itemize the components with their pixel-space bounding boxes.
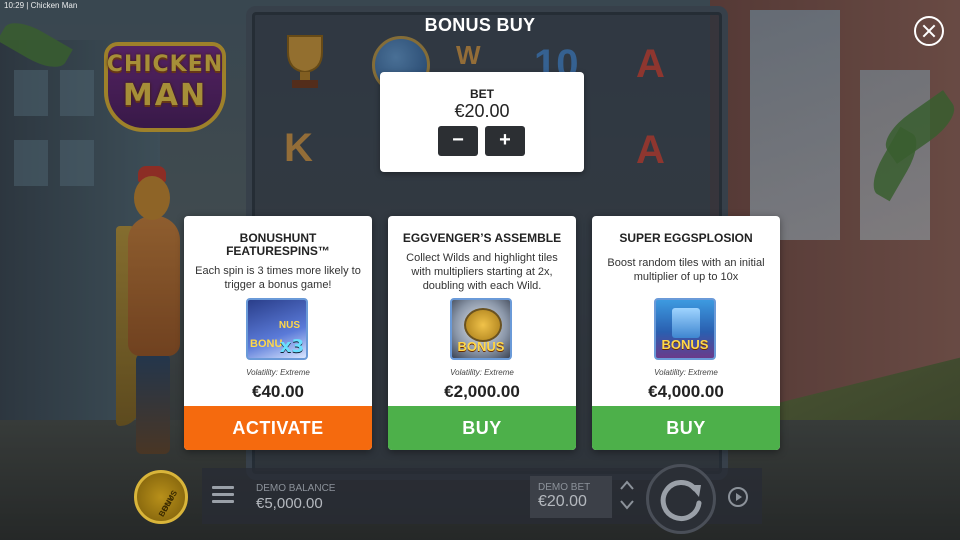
bonushunt-x3-icon: NUS BONU x3 xyxy=(246,298,308,360)
card-price: €4,000.00 xyxy=(648,382,724,401)
menu-icon[interactable] xyxy=(212,486,234,504)
egg-vault-bonus-icon: BONUS xyxy=(450,298,512,360)
card-price: €2,000.00 xyxy=(444,382,520,401)
card-description: Each spin is 3 times more likely to trig… xyxy=(195,265,361,291)
balance-label: DEMO BALANCE xyxy=(256,483,336,494)
card-description: Boost random tiles with an initial multi… xyxy=(607,257,765,283)
art-text-top: NUS xyxy=(278,320,300,331)
bet-decrease-button[interactable]: − xyxy=(438,126,478,156)
card-title: SUPER EGGSPLOSION xyxy=(619,231,753,245)
autoplay-icon[interactable] xyxy=(728,487,748,507)
bet-increase-button[interactable]: + xyxy=(485,126,525,156)
bet-value: €20.00 xyxy=(454,101,510,121)
buy-bonus-button[interactable]: BUY BONUS xyxy=(134,470,188,524)
bonus-buy-title: BONUS BUY xyxy=(424,15,536,35)
bonus-card-super-eggsplosion: SUPER EGGSPLOSION Boost random tiles wit… xyxy=(592,216,780,450)
activate-button[interactable]: ACTIVATE xyxy=(184,406,372,450)
card-title: BONUSHUNT FEATURESPINS™ xyxy=(226,231,330,258)
demo-bet-value: €20.00 xyxy=(538,493,587,510)
art-text-main: BONU xyxy=(250,338,283,350)
status-separator: | xyxy=(26,1,29,10)
chevron-down-icon[interactable] xyxy=(620,500,634,510)
spin-button[interactable] xyxy=(646,464,716,534)
close-icon[interactable] xyxy=(914,16,944,46)
card-volatility: Volatility: Extreme xyxy=(246,368,310,377)
art-text-main: BONUS xyxy=(661,337,709,352)
card-description: Collect Wilds and highlight tiles with m… xyxy=(406,252,558,292)
buy-button[interactable]: BUY xyxy=(388,406,576,450)
art-text-multiplier: x3 xyxy=(279,336,304,357)
status-time: 10:29 xyxy=(4,1,25,10)
status-game-name: Chicken Man xyxy=(30,1,78,10)
bet-label: BET xyxy=(470,87,494,101)
city-bonus-icon: BONUS xyxy=(654,298,716,360)
card-price: €40.00 xyxy=(252,382,304,401)
bet-panel: BET €20.00 − + xyxy=(380,72,584,172)
art-text-main: BONUS xyxy=(457,339,505,354)
buy-button[interactable]: BUY xyxy=(592,406,780,450)
card-title: EGGVENGER’S ASSEMBLE xyxy=(402,231,562,245)
bonus-card-eggvengers: EGGVENGER’S ASSEMBLE Collect Wilds and h… xyxy=(388,216,576,450)
card-volatility: Volatility: Extreme xyxy=(654,368,718,377)
chevron-up-icon[interactable] xyxy=(620,480,634,490)
balance-value: €5,000.00 xyxy=(256,495,323,512)
spin-icon xyxy=(660,480,702,521)
bonus-card-bonushunt: BONUSHUNT FEATURESPINS™ Each spin is 3 t… xyxy=(184,216,372,450)
demo-bet-label: DEMO BET xyxy=(538,482,591,493)
status-bar: 10:29 | Chicken Man xyxy=(4,1,77,10)
card-volatility: Volatility: Extreme xyxy=(450,368,514,377)
